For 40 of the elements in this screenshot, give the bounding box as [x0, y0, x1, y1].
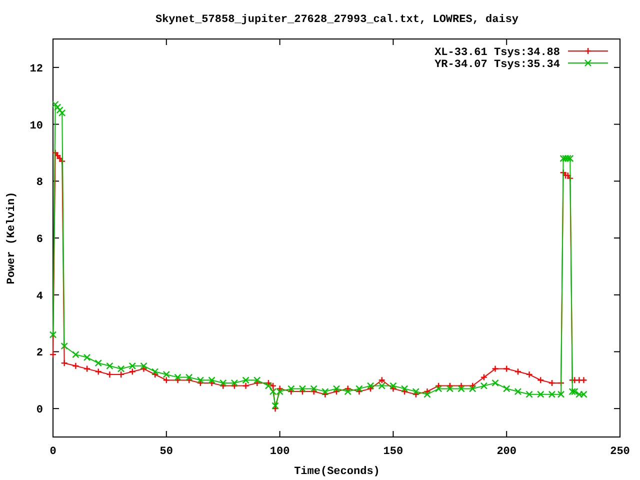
data-point [492, 365, 499, 372]
legend-marker [584, 47, 592, 55]
x-axis-label: Time(Seconds) [294, 466, 380, 478]
x-tick-label: 0 [50, 446, 56, 458]
legend-line [568, 50, 608, 52]
data-point [83, 365, 91, 372]
data-point [503, 385, 510, 392]
x-tick-label: 50 [160, 446, 173, 458]
y-tick-label: 12 [30, 63, 43, 76]
data-point [514, 388, 522, 396]
y-tick-label: 2 [36, 348, 43, 360]
legend-label: XL-33.61 Tsys:34.88 [434, 47, 560, 59]
y-tick-label: 0 [36, 404, 43, 417]
legend-line [568, 62, 608, 64]
x-tick-label: 100 [270, 446, 290, 458]
data-point [492, 379, 499, 387]
data-point [72, 350, 80, 358]
data-point [49, 331, 57, 338]
y-tick-label: 10 [30, 120, 43, 132]
y-tick-label: 4 [36, 290, 43, 303]
data-point [72, 362, 80, 370]
x-tick-label: 200 [496, 446, 516, 458]
y-axis-label: Power (Kelvin) [6, 192, 18, 284]
data-point [60, 342, 68, 350]
y-tick-label: 6 [36, 234, 43, 246]
x-tick-label: 250 [610, 446, 630, 458]
data-point [537, 390, 544, 398]
data-point [514, 368, 522, 376]
data-point [49, 350, 57, 358]
data-point [503, 365, 510, 372]
data-point [60, 359, 68, 367]
data-point [526, 370, 533, 378]
data-point [83, 354, 91, 361]
legend-label: YR-34.07 Tsys:35.34 [434, 59, 560, 71]
chart-title: Skynet_57858_jupiter_27628_27993_cal.txt, LOWRES, daisy [155, 14, 519, 26]
legend-marker [584, 59, 592, 67]
data-point [526, 390, 533, 398]
y-tick-label: 8 [36, 177, 43, 190]
x-tick-label: 150 [383, 446, 404, 458]
data-point [537, 376, 544, 384]
